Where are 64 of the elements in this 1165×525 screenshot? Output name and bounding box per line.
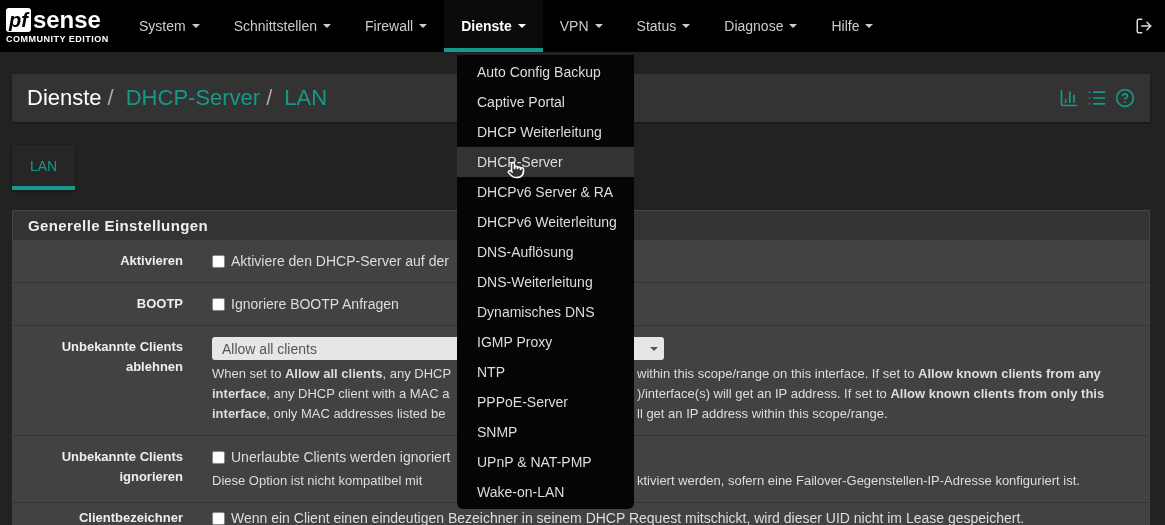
checkbox[interactable] xyxy=(212,297,225,311)
checkbox-label: Aktiviere den DHCP-Server auf der xyxy=(231,252,449,271)
caret-icon xyxy=(191,24,200,28)
dropdown-item[interactable]: SNMP xyxy=(457,417,634,447)
dropdown-item[interactable]: PPPoE-Server xyxy=(457,387,634,417)
help-text: ktiviert werden, sofern eine Failover-Gegenstellen-IP-Adresse konfiguriert ist. xyxy=(637,472,1080,490)
help-text: interface, any DHCP client with a MAC a xyxy=(212,386,450,401)
logout-icon[interactable] xyxy=(1135,17,1153,35)
checkbox[interactable] xyxy=(212,254,225,268)
caret-icon xyxy=(419,24,428,28)
breadcrumb-link[interactable]: LAN xyxy=(284,85,328,111)
logo-mark: pf xyxy=(6,8,31,32)
dropdown-item[interactable]: UPnP & NAT-PMP xyxy=(457,447,634,477)
nav-menu-item[interactable]: Diagnose xyxy=(707,0,815,52)
breadcrumb-separator: / xyxy=(107,85,114,111)
nav-menu-item[interactable]: Hilfe xyxy=(814,0,891,52)
caret-icon xyxy=(594,24,603,28)
caret-icon xyxy=(789,24,798,28)
nav-menu-item[interactable]: Dienste xyxy=(444,0,543,52)
help-icon[interactable] xyxy=(1115,88,1135,108)
dropdown-item[interactable]: DNS-Weiterleitung xyxy=(457,267,634,297)
field-label: BOOTP xyxy=(135,295,183,313)
checkbox[interactable] xyxy=(212,511,225,525)
list-icon[interactable] xyxy=(1087,88,1107,108)
checkbox-label: Unerlaubte Clients werden ignoriert xyxy=(231,448,451,467)
breadcrumb-separator: / xyxy=(266,85,273,111)
logo-name: sense xyxy=(32,8,101,32)
help-text: )/interface(s) will get an IP address. If set to Allow known clients from only this xyxy=(637,385,1105,403)
dropdown-item[interactable]: DNS-Auflösung xyxy=(457,237,634,267)
field-label: Unbekannte Clients ignorieren xyxy=(60,448,183,486)
nav-menu-item[interactable]: Schnittstellen xyxy=(216,0,348,52)
breadcrumb-text: Dienste xyxy=(27,85,102,111)
dropdown-item[interactable]: NTP xyxy=(457,357,634,387)
field-label: Unbekannte Clients ablehnen xyxy=(60,338,183,376)
checkbox-label: Wenn ein Client einen eindeutigen Bezeichner in seinem DHCP Request mitschickt, wird dieser UID nicht im Lease gespeichert. xyxy=(231,511,1025,525)
caret-icon xyxy=(865,24,874,28)
checkbox-label: Ignoriere BOOTP Anfragen xyxy=(231,295,399,314)
nav-menu-item[interactable]: Status xyxy=(619,0,708,52)
help-text: When set to Allow all clients, any DHCP xyxy=(212,366,452,381)
caret-icon xyxy=(322,24,331,28)
help-text: interface, only MAC addresses listed be xyxy=(212,406,446,421)
chart-icon[interactable] xyxy=(1059,88,1079,108)
checkbox[interactable] xyxy=(212,450,225,464)
caret-icon xyxy=(517,24,526,28)
dropdown-item[interactable]: Dynamisches DNS xyxy=(457,297,634,327)
field-label: Clientbezeichner xyxy=(77,511,183,525)
interface-tab[interactable]: LAN xyxy=(12,145,76,190)
dropdown-item[interactable]: DHCPv6 Server & RA xyxy=(457,177,634,207)
nav-menu-item[interactable]: VPN xyxy=(542,0,620,52)
dropdown-item[interactable]: DHCP Weiterleitung xyxy=(457,117,634,147)
dropdown-item[interactable]: DHCP-Server xyxy=(457,147,634,177)
dropdown-item[interactable]: Captive Portal xyxy=(457,87,634,117)
chevron-icon xyxy=(650,346,658,351)
breadcrumb-link[interactable]: DHCP-Server xyxy=(125,85,261,111)
help-text: within this scope/range on this interface. If set to Allow known clients from any xyxy=(637,365,1101,383)
help-text: Diese Option ist nicht kompatibel mit xyxy=(212,473,423,488)
dropdown-item[interactable]: Wake-on-LAN xyxy=(457,477,634,507)
help-text: ll get an IP address within this scope/range. xyxy=(637,405,888,423)
nav-menu-item[interactable]: System xyxy=(122,0,217,52)
dropdown-item[interactable]: Auto Config Backup xyxy=(457,57,634,87)
nav-menu-item[interactable]: Firewall xyxy=(347,0,445,52)
logo-edition: COMMUNITY EDITION xyxy=(6,34,110,44)
caret-icon xyxy=(682,24,691,28)
field-label: Aktivieren xyxy=(119,252,183,270)
